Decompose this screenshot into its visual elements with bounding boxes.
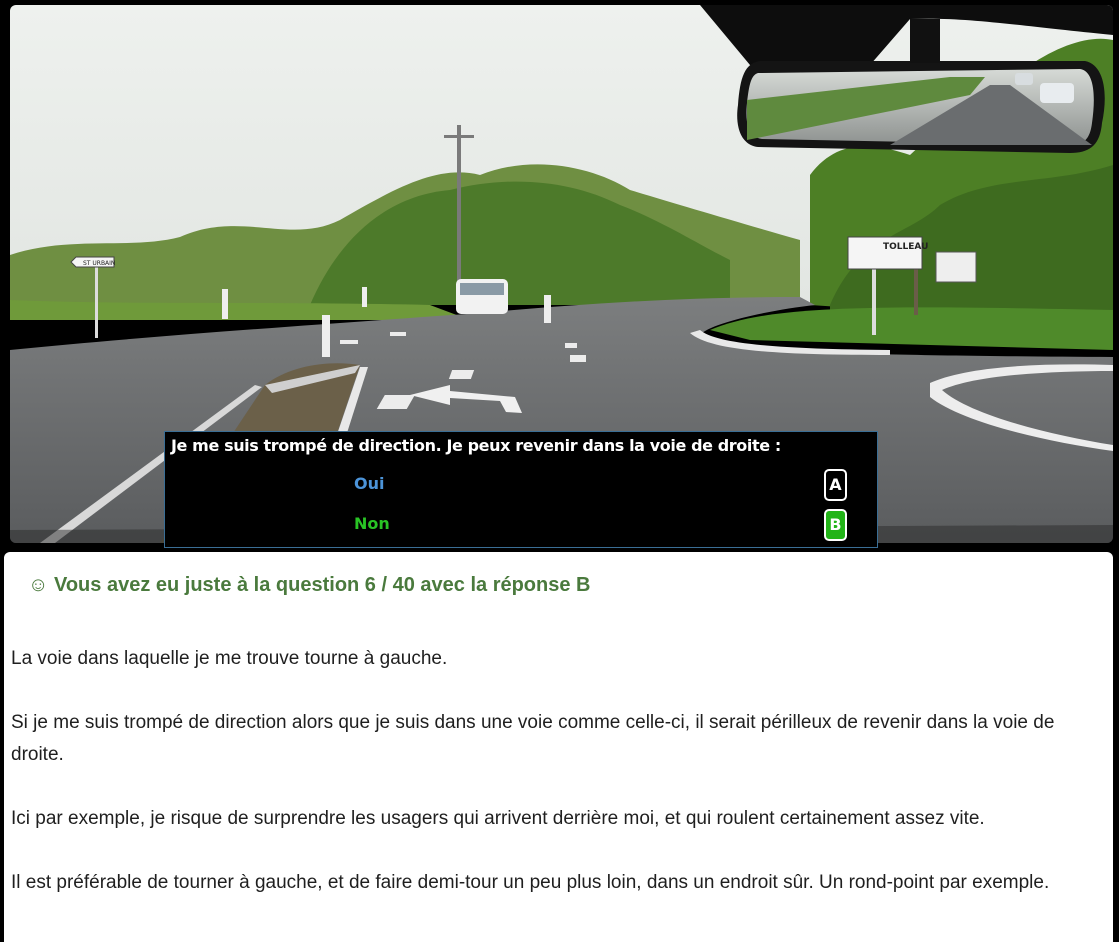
answer-key-a-button[interactable]: A: [824, 469, 847, 501]
question-panel: Je me suis trompé de direction. Je peux …: [164, 431, 878, 548]
left-direction-sign-text: ST URBAIN: [83, 260, 115, 267]
explanation-paragraph: Ici par exemple, je risque de surprendre…: [11, 808, 985, 829]
scrollbar-track[interactable]: [1113, 552, 1119, 942]
answer-option-a-label[interactable]: Oui: [354, 474, 384, 493]
explanation-paragraph: Si je me suis trompé de direction alors …: [11, 712, 1055, 765]
explanation-paragraph: Il est préférable de tourner à gauche, e…: [11, 872, 1050, 893]
answer-option-b-label[interactable]: Non: [354, 514, 390, 533]
right-direction-sign-text: TOLLEAU: [883, 242, 928, 252]
question-text: Je me suis trompé de direction. Je peux …: [171, 436, 781, 455]
explanation-panel: ☺ Vous avez eu juste à la question 6 / 4…: [4, 552, 1113, 942]
explanation-paragraph: La voie dans laquelle je me trouve tourn…: [11, 648, 448, 669]
answer-key-b-button[interactable]: B: [824, 509, 847, 541]
result-message: ☺ Vous avez eu juste à la question 6 / 4…: [28, 574, 591, 596]
